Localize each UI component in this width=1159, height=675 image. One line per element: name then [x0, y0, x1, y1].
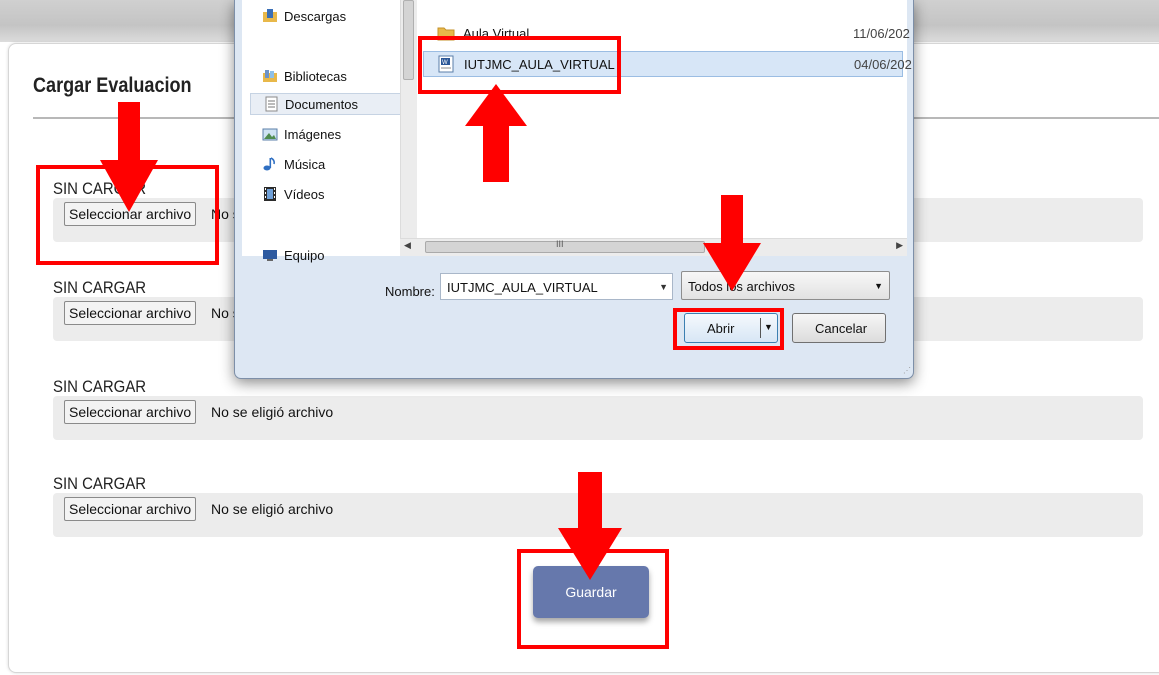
- nav-item-label: Descargas: [284, 8, 347, 24]
- nav-item-musica[interactable]: Música: [262, 153, 325, 175]
- scroll-grip-mark: III: [556, 239, 564, 249]
- chevron-down-icon[interactable]: ▼: [659, 282, 668, 292]
- highlight-open-button: [673, 308, 784, 350]
- videos-icon: [262, 186, 278, 202]
- select-file-button[interactable]: Seleccionar archivo: [64, 400, 197, 424]
- documents-icon: [263, 96, 279, 112]
- red-arrow-down-icon: [703, 195, 761, 291]
- file-status-text: No se eligió archivo: [211, 501, 334, 517]
- nav-scrollbar[interactable]: ▼: [400, 0, 417, 256]
- nav-item-label: Música: [284, 156, 326, 172]
- cancel-button-label: Cancelar: [815, 321, 868, 336]
- downloads-folder-icon: [262, 8, 278, 24]
- nav-item-descargas[interactable]: Descargas: [262, 5, 346, 27]
- nav-item-imagenes[interactable]: Imágenes: [262, 123, 341, 145]
- file-horizontal-scrollbar[interactable]: ◀ III ▶: [400, 238, 907, 256]
- file-status-text: No se eligió archivo: [211, 404, 334, 420]
- music-icon: [262, 156, 278, 172]
- navigation-pane: Descargas Bibliotecas Documentos Imágene…: [242, 0, 402, 263]
- resize-grip-icon[interactable]: ⋰: [903, 366, 911, 375]
- page-title: Cargar Evaluacion: [33, 74, 192, 97]
- computer-icon: [262, 247, 278, 263]
- red-arrow-up-icon: [465, 84, 527, 182]
- red-arrow-down-icon: [558, 472, 622, 580]
- nav-item-bibliotecas[interactable]: Bibliotecas: [262, 65, 347, 87]
- nav-item-label: Equipo: [284, 247, 325, 263]
- select-file-button[interactable]: Seleccionar archivo: [64, 497, 197, 521]
- select-file-button[interactable]: Seleccionar archivo: [64, 301, 197, 325]
- libraries-icon: [262, 68, 278, 84]
- file-name-label: Nombre:: [385, 284, 435, 299]
- horizontal-scroll-thumb[interactable]: III: [425, 239, 705, 253]
- nav-item-label: Vídeos: [284, 186, 325, 202]
- nav-item-label: Imágenes: [284, 126, 342, 142]
- file-date: 11/06/202: [853, 26, 910, 41]
- scroll-left-icon[interactable]: ◀: [404, 240, 411, 251]
- chevron-down-icon[interactable]: ▼: [874, 281, 883, 291]
- pictures-icon: [262, 126, 278, 142]
- red-arrow-down-icon: [100, 102, 158, 212]
- nav-item-label: Bibliotecas: [284, 68, 347, 84]
- nav-item-label: Documentos: [285, 96, 358, 112]
- nav-item-equipo[interactable]: Equipo: [262, 244, 324, 266]
- nav-scroll-thumb[interactable]: [403, 0, 414, 80]
- file-name-input[interactable]: IUTJMC_AULA_VIRTUAL ▼: [440, 273, 673, 300]
- file-input: Seleccionar archivo No se eligió archivo: [53, 396, 1143, 440]
- nav-item-documentos[interactable]: Documentos: [250, 93, 402, 115]
- scroll-right-icon[interactable]: ▶: [896, 240, 903, 251]
- upload-status: SIN CARGAR: [53, 278, 147, 297]
- nav-item-videos[interactable]: Vídeos: [262, 183, 324, 205]
- file-date: 04/06/202: [854, 57, 912, 72]
- upload-status: SIN CARGAR: [53, 474, 147, 493]
- cancel-button[interactable]: Cancelar: [792, 313, 886, 343]
- file-name-value: IUTJMC_AULA_VIRTUAL: [447, 280, 598, 295]
- upload-status: SIN CARGAR: [53, 377, 147, 396]
